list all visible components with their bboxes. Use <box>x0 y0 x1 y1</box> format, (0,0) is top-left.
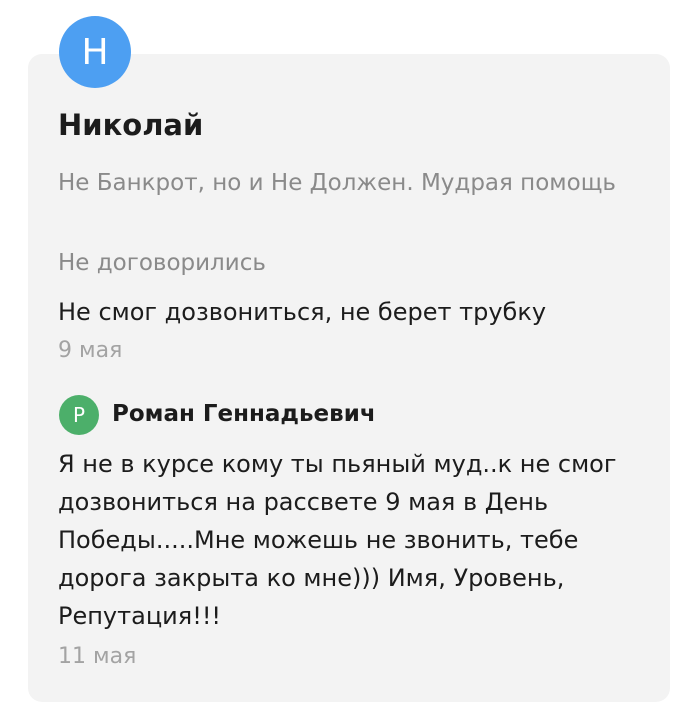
company-name[interactable]: Не Банкрот, но и Не Должен. Мудрая помощ… <box>58 164 618 202</box>
reply-text: Я не в курсе кому ты пьяный муд..к не см… <box>58 450 617 630</box>
avatar[interactable]: Н <box>59 16 131 88</box>
status-label: Не договорились <box>58 250 266 276</box>
review-author[interactable]: Николай <box>58 108 203 142</box>
review-date: 9 мая <box>58 338 123 363</box>
reply-author[interactable]: Роман Геннадьевич <box>112 401 376 427</box>
avatar-letter: Н <box>81 31 109 73</box>
reply-avatar[interactable]: Р <box>59 395 99 435</box>
review-text: Не смог дозвониться, не берет трубку <box>58 298 547 326</box>
reply-date: 11 мая <box>58 644 137 669</box>
reply-avatar-letter: Р <box>72 403 86 427</box>
